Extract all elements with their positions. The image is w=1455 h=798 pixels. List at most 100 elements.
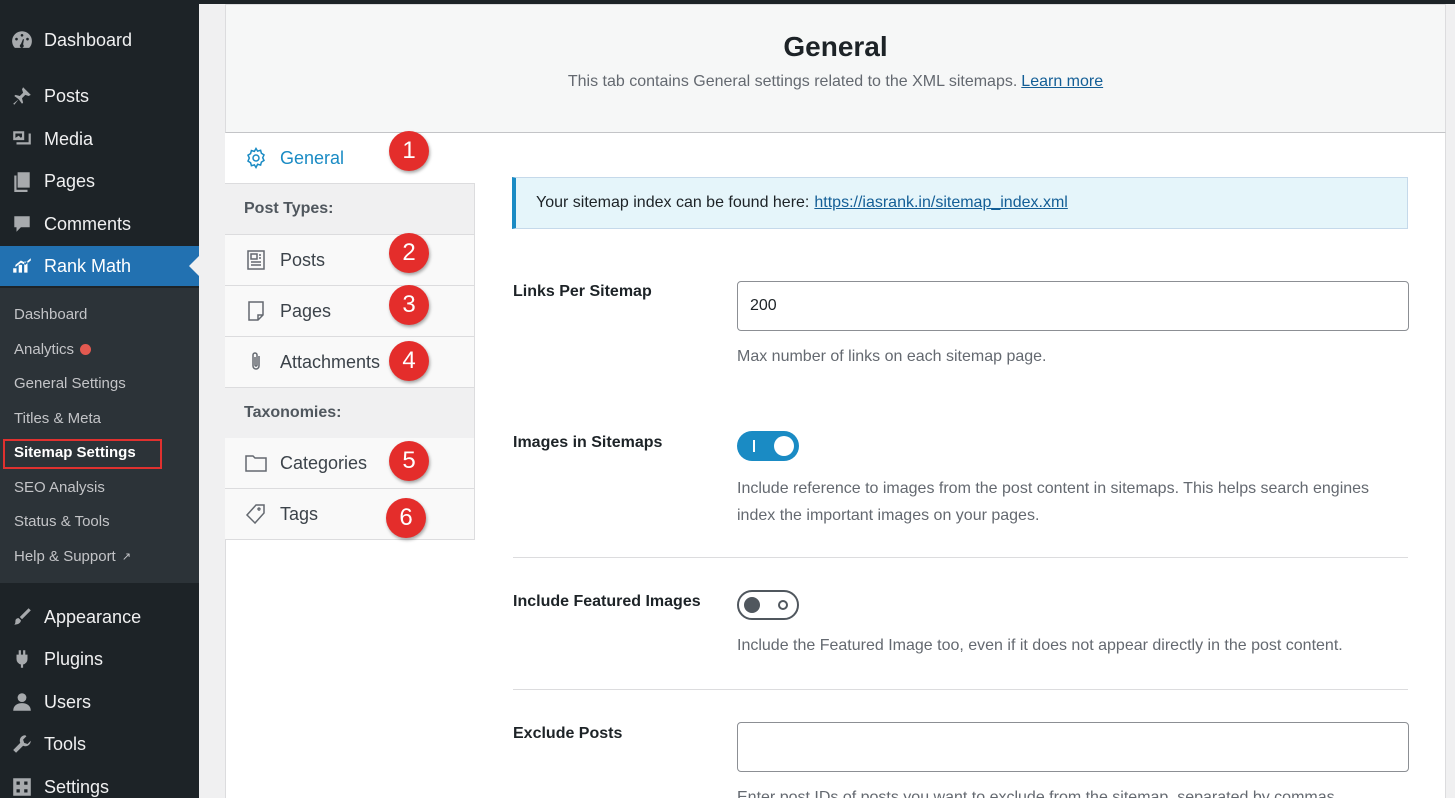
submenu-item-titles-meta[interactable]: Titles & Meta (14, 407, 101, 429)
tab-label: Categories (280, 452, 368, 473)
submenu-label: Help & Support (14, 547, 116, 565)
menu-label: Users (44, 691, 92, 712)
images-in-sitemaps-label: Images in Sitemaps (513, 434, 663, 451)
tab-label: General (280, 147, 345, 168)
menu-item-tools[interactable]: Tools (0, 724, 199, 764)
include-featured-images-label: Include Featured Images (513, 593, 701, 610)
menu-item-comments[interactable]: Comments (0, 204, 199, 244)
toggle-knob (774, 436, 794, 456)
menu-item-users[interactable]: Users (0, 682, 199, 722)
settings-icon (0, 776, 44, 798)
submenu-label: Titles & Meta (14, 409, 101, 427)
admin-sidebar: Dashboard Posts Media Pages Comments Ran… (0, 0, 199, 798)
menu-item-appearance[interactable]: Appearance (0, 597, 199, 637)
group-heading-text: Post Types: (244, 200, 334, 217)
brush-icon (0, 606, 44, 628)
include-featured-images-toggle[interactable] (737, 590, 799, 620)
post-types-heading: Post Types: (225, 184, 475, 235)
rank-math-submenu: Dashboard Analytics General Settings Tit… (0, 288, 199, 583)
gear-icon (244, 146, 268, 170)
taxonomies-heading: Taxonomies: (225, 388, 475, 439)
submenu-item-seo-analysis[interactable]: SEO Analysis (14, 476, 105, 498)
media-icon (0, 128, 44, 150)
menu-label: Comments (44, 213, 132, 234)
pin-icon (0, 85, 44, 107)
submenu-item-dashboard[interactable]: Dashboard (14, 303, 87, 325)
menu-item-plugins[interactable]: Plugins (0, 639, 199, 679)
links-per-sitemap-label: Links Per Sitemap (513, 283, 652, 300)
links-per-sitemap-input[interactable]: 200 (737, 281, 1409, 331)
learn-more-link[interactable]: Learn more (1021, 73, 1103, 90)
sitemap-index-notice: Your sitemap index can be found here: htt… (512, 177, 1408, 229)
tab-label: Attachments (280, 351, 381, 372)
exclude-posts-input[interactable] (737, 722, 1409, 772)
notice-text: Your sitemap index can be found here: (536, 194, 810, 211)
menu-label: Settings (44, 776, 110, 797)
menu-label: Rank Math (44, 255, 132, 276)
section-divider (513, 557, 1408, 558)
submenu-item-analytics[interactable]: Analytics (14, 338, 92, 360)
menu-item-posts[interactable]: Posts (0, 76, 199, 116)
comment-icon (0, 213, 44, 235)
menu-item-pages[interactable]: Pages (0, 161, 199, 201)
submenu-item-general-settings[interactable]: General Settings (14, 372, 126, 394)
page-description: This tab contains General settings relat… (226, 73, 1445, 91)
tab-posts[interactable]: Posts (225, 235, 475, 286)
folder-icon (244, 451, 268, 475)
menu-label: Appearance (44, 606, 142, 627)
sitemap-tabs: General Post Types: Posts Pages Attachme… (225, 133, 475, 540)
dashboard-icon (0, 29, 44, 51)
submenu-label: Dashboard (14, 305, 88, 323)
menu-label: Tools (44, 733, 87, 754)
annotation-badge: 5 (389, 441, 429, 481)
annotation-badge: 3 (389, 285, 429, 325)
highlight-box (3, 439, 162, 469)
include-featured-images-help: Include the Featured Image too, even if … (737, 637, 1343, 654)
tab-categories[interactable]: Categories (225, 438, 475, 489)
tab-label: Posts (280, 249, 326, 270)
active-menu-arrow (189, 256, 199, 276)
page-icon (244, 299, 268, 323)
wrench-icon (0, 733, 44, 755)
toggle-on-mark (753, 440, 755, 452)
toggle-knob (744, 597, 760, 613)
sitemap-index-link[interactable]: https://iasrank.in/sitemap_index.xml (814, 194, 1067, 212)
tab-tags[interactable]: Tags (225, 489, 475, 540)
annotation-badge: 6 (386, 498, 426, 538)
menu-label: Dashboard (44, 29, 133, 50)
menu-item-settings[interactable]: Settings (0, 767, 199, 798)
submenu-label: Analytics (14, 340, 75, 358)
submenu-label: General Settings (14, 374, 126, 392)
menu-item-rank-math[interactable]: Rank Math (0, 246, 199, 286)
menu-item-dashboard[interactable]: Dashboard (0, 20, 199, 60)
submenu-label: SEO Analysis (14, 478, 105, 496)
tab-pages[interactable]: Pages (225, 286, 475, 337)
menu-label: Posts (44, 85, 90, 106)
submenu-item-help-support[interactable]: Help & Support ↗ (14, 545, 131, 567)
page-title: General (783, 31, 888, 62)
tag-icon (244, 502, 268, 526)
user-icon (0, 691, 44, 713)
rank-math-icon (0, 255, 44, 277)
description-text: This tab contains General settings relat… (567, 73, 1018, 90)
menu-label: Media (44, 128, 94, 149)
pages-icon (0, 170, 44, 192)
tab-attachments[interactable]: Attachments (225, 337, 475, 388)
annotation-badge: 1 (389, 131, 429, 171)
menu-item-media[interactable]: Media (0, 119, 199, 159)
toggle-off-mark (778, 600, 788, 610)
post-icon (244, 248, 268, 272)
annotation-badge: 4 (389, 341, 429, 381)
submenu-item-status-tools[interactable]: Status & Tools (14, 510, 110, 532)
exclude-posts-help: Enter post IDs of posts you want to excl… (737, 789, 1340, 798)
submenu-label: Status & Tools (14, 512, 110, 530)
exclude-posts-label: Exclude Posts (513, 725, 623, 742)
images-in-sitemaps-toggle[interactable] (737, 431, 799, 461)
plugin-icon (0, 648, 44, 670)
paperclip-icon (244, 350, 268, 374)
tab-general[interactable]: General (225, 133, 475, 184)
notification-dot (80, 343, 92, 355)
menu-label: Pages (44, 170, 96, 191)
annotation-badge: 2 (389, 233, 429, 273)
menu-label: Plugins (44, 648, 104, 669)
